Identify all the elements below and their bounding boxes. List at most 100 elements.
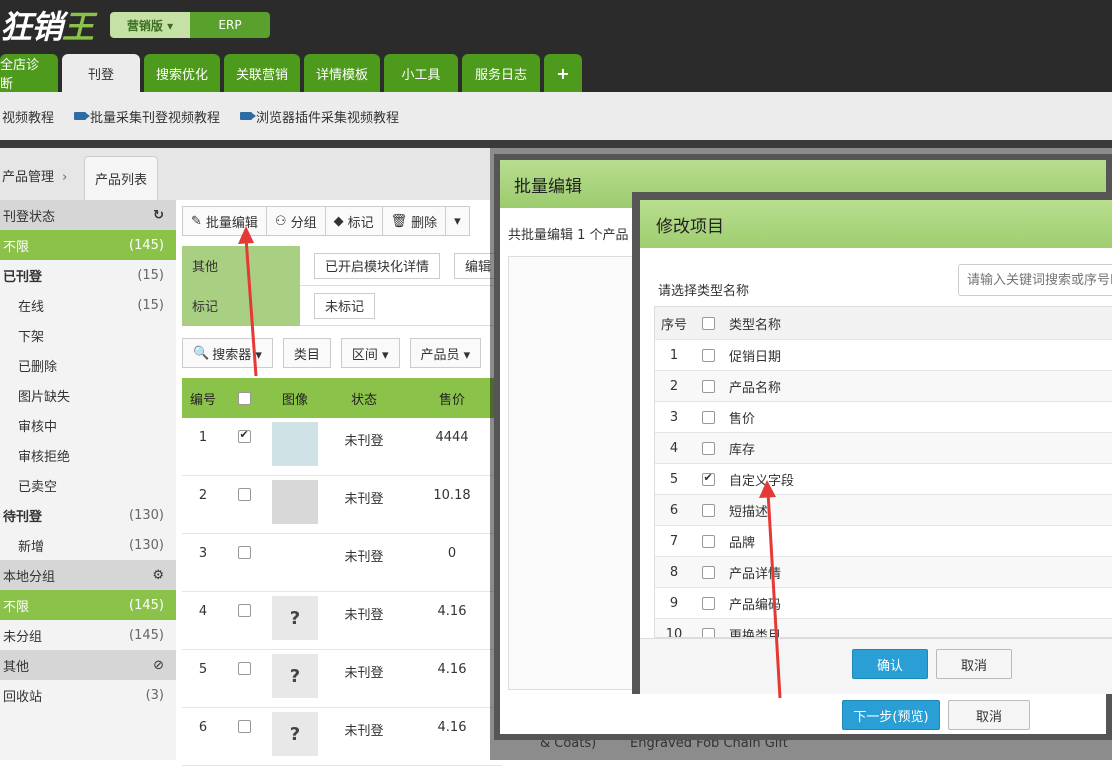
batch-cancel-button[interactable]: 取消	[948, 700, 1030, 730]
block-icon[interactable]: ⊘	[153, 658, 164, 673]
sidebar-item-rejected[interactable]: 审核拒绝	[0, 440, 176, 470]
gear-icon[interactable]: ⚙	[152, 568, 164, 583]
col-select-all[interactable]	[224, 378, 264, 418]
table-row[interactable]: 6 ? 未刊登 4.16	[182, 708, 502, 766]
field-list-panel	[508, 256, 638, 690]
sidebar-item-reviewing[interactable]: 审核中	[0, 410, 176, 440]
filter-chip-untagged[interactable]: 未标记	[314, 292, 376, 319]
tab-service-log[interactable]: 服务日志	[462, 54, 540, 92]
sidebar-item-group-all[interactable]: 不限 (145)	[0, 590, 176, 620]
video-tutorial-link[interactable]: 视频教程	[2, 107, 54, 126]
filter-chip-modular[interactable]: 已开启模块化详情	[313, 252, 440, 279]
edition-dropdown[interactable]: 营销版 ▾	[110, 12, 190, 38]
image-placeholder-icon[interactable]: ?	[272, 712, 318, 756]
sitemap-icon: ⚇	[274, 213, 287, 229]
category-button[interactable]: 类目	[282, 338, 331, 368]
list-item[interactable]: 9 产品编码	[655, 587, 1112, 618]
row-status: 未刊登	[344, 724, 384, 739]
cancel-button[interactable]: 取消	[936, 649, 1012, 679]
list-item[interactable]: 10 更换类目	[655, 618, 1112, 637]
table-row[interactable]: 4 ? 未刊登 4.16	[182, 592, 502, 650]
searcher-dropdown[interactable]: 🔍 搜索器 ▾	[182, 338, 273, 368]
item-checkbox[interactable]	[701, 565, 715, 579]
product-image[interactable]	[272, 480, 318, 524]
table-row[interactable]: 3 未刊登 0	[182, 534, 502, 592]
erp-button[interactable]: ERP	[190, 12, 270, 38]
top-bar: 狂销王 营销版 ▾ ERP 全店诊断 刊登 搜索优化 关联营销 详情模板 小工具…	[0, 0, 1112, 92]
tab-detail-template[interactable]: 详情模板	[304, 54, 380, 92]
table-row[interactable]: 5 ? 未刊登 4.16	[182, 650, 502, 708]
tab-listing[interactable]: 刊登	[62, 54, 140, 92]
list-item[interactable]: 7 品牌	[655, 525, 1112, 556]
sidebar-item-pending[interactable]: 待刊登 (130)	[0, 500, 176, 530]
add-tab-button[interactable]: +	[544, 54, 582, 92]
item-checkbox[interactable]	[701, 534, 715, 548]
video-links-bar: 视频教程 批量采集刊登视频教程 浏览器插件采集视频教程	[0, 92, 1112, 140]
sidebar-item-new[interactable]: 新增 (130)	[0, 530, 176, 560]
list-item[interactable]: 3 售价	[655, 401, 1112, 432]
image-placeholder-icon[interactable]: ?	[272, 596, 318, 640]
tab-related-marketing[interactable]: 关联营销	[224, 54, 300, 92]
next-preview-button[interactable]: 下一步(预览)	[842, 700, 940, 730]
item-checkbox[interactable]	[701, 441, 715, 455]
item-checkbox[interactable]	[701, 410, 715, 424]
col-id: 编号	[189, 392, 216, 408]
sidebar-item-sold-out[interactable]: 已卖空	[0, 470, 176, 500]
item-checkbox[interactable]	[701, 348, 715, 362]
sidebar-item-deleted[interactable]: 已删除	[0, 350, 176, 380]
list-item[interactable]: 4 库存	[655, 432, 1112, 463]
sidebar-item-listed[interactable]: 已刊登 (15)	[0, 260, 176, 290]
group-button[interactable]: ⚇ 分组	[265, 206, 326, 236]
app-logo[interactable]: 狂销王	[0, 2, 94, 48]
row-checkbox[interactable]	[237, 604, 251, 617]
row-checkbox[interactable]	[237, 662, 251, 675]
sidebar-item-offline[interactable]: 下架	[0, 320, 176, 350]
product-image[interactable]	[272, 422, 318, 466]
item-checkbox[interactable]	[701, 503, 715, 517]
keyword-search-input[interactable]	[958, 264, 1112, 296]
batch-edit-button[interactable]: ✎ 批量编辑	[182, 206, 267, 236]
plugin-video-link[interactable]: 浏览器插件采集视频教程	[240, 107, 399, 126]
list-item[interactable]: 8 产品详情	[655, 556, 1112, 587]
sidebar-item-online[interactable]: 在线 (15)	[0, 290, 176, 320]
tab-diagnosis[interactable]: 全店诊断	[0, 54, 58, 92]
row-checkbox[interactable]	[237, 488, 251, 501]
breadcrumb-root[interactable]: 产品管理	[2, 170, 54, 185]
row-id: 2	[198, 488, 208, 503]
list-item[interactable]: 5自定义字段	[655, 463, 1112, 494]
col-status: 状态	[350, 392, 377, 408]
sidebar-item-recycle-bin[interactable]: 回收站 (3)	[0, 680, 176, 710]
staff-dropdown[interactable]: 产品员 ▾	[409, 338, 482, 368]
tab-seo[interactable]: 搜索优化	[144, 54, 220, 92]
more-dropdown[interactable]: ▾	[445, 206, 470, 236]
sidebar-item-ungrouped[interactable]: 未分组 (145)	[0, 620, 176, 650]
table-row[interactable]: 1 未刊登 4444	[182, 418, 502, 476]
item-checkbox[interactable]	[701, 379, 715, 393]
sidebar-item-all[interactable]: 不限 (145)	[0, 230, 176, 260]
batch-video-link[interactable]: 批量采集刊登视频教程	[74, 107, 220, 126]
row-checkbox[interactable]	[237, 720, 251, 733]
tab-product-list[interactable]: 产品列表	[84, 156, 158, 200]
dialog-footer: 确认 取消	[640, 638, 1112, 694]
row-checkbox[interactable]	[237, 428, 251, 443]
sidebar-item-missing-images[interactable]: 图片缺失	[0, 380, 176, 410]
row-checkbox[interactable]	[237, 546, 251, 559]
delete-button[interactable]: 🗑 删除	[381, 206, 447, 236]
list-item[interactable]: 2 产品名称	[655, 370, 1112, 401]
item-checkbox[interactable]	[701, 627, 715, 637]
trash-icon: 🗑	[390, 213, 408, 229]
range-dropdown[interactable]: 区间 ▾	[340, 338, 400, 368]
list-item[interactable]: 6 短描述	[655, 494, 1112, 525]
select-all-checkbox[interactable]	[237, 391, 251, 405]
tab-tools[interactable]: 小工具	[384, 54, 458, 92]
modify-items-dialog: 修改项目 请选择类型名称 序号 类型名称 1促销日期 2产品名称 3售价 4库存…	[632, 192, 1112, 694]
tag-button[interactable]: ◆ 标记	[324, 206, 383, 236]
refresh-icon[interactable]: ↻	[153, 208, 164, 223]
image-placeholder-icon[interactable]: ?	[272, 654, 318, 698]
list-item[interactable]: 1 促销日期	[655, 339, 1112, 370]
confirm-button[interactable]: 确认	[852, 649, 928, 679]
select-all-checkbox[interactable]	[701, 316, 715, 330]
table-row[interactable]: 2 未刊登 10.18	[182, 476, 502, 534]
item-checkbox[interactable]	[701, 596, 715, 610]
item-checkbox[interactable]	[701, 471, 715, 486]
